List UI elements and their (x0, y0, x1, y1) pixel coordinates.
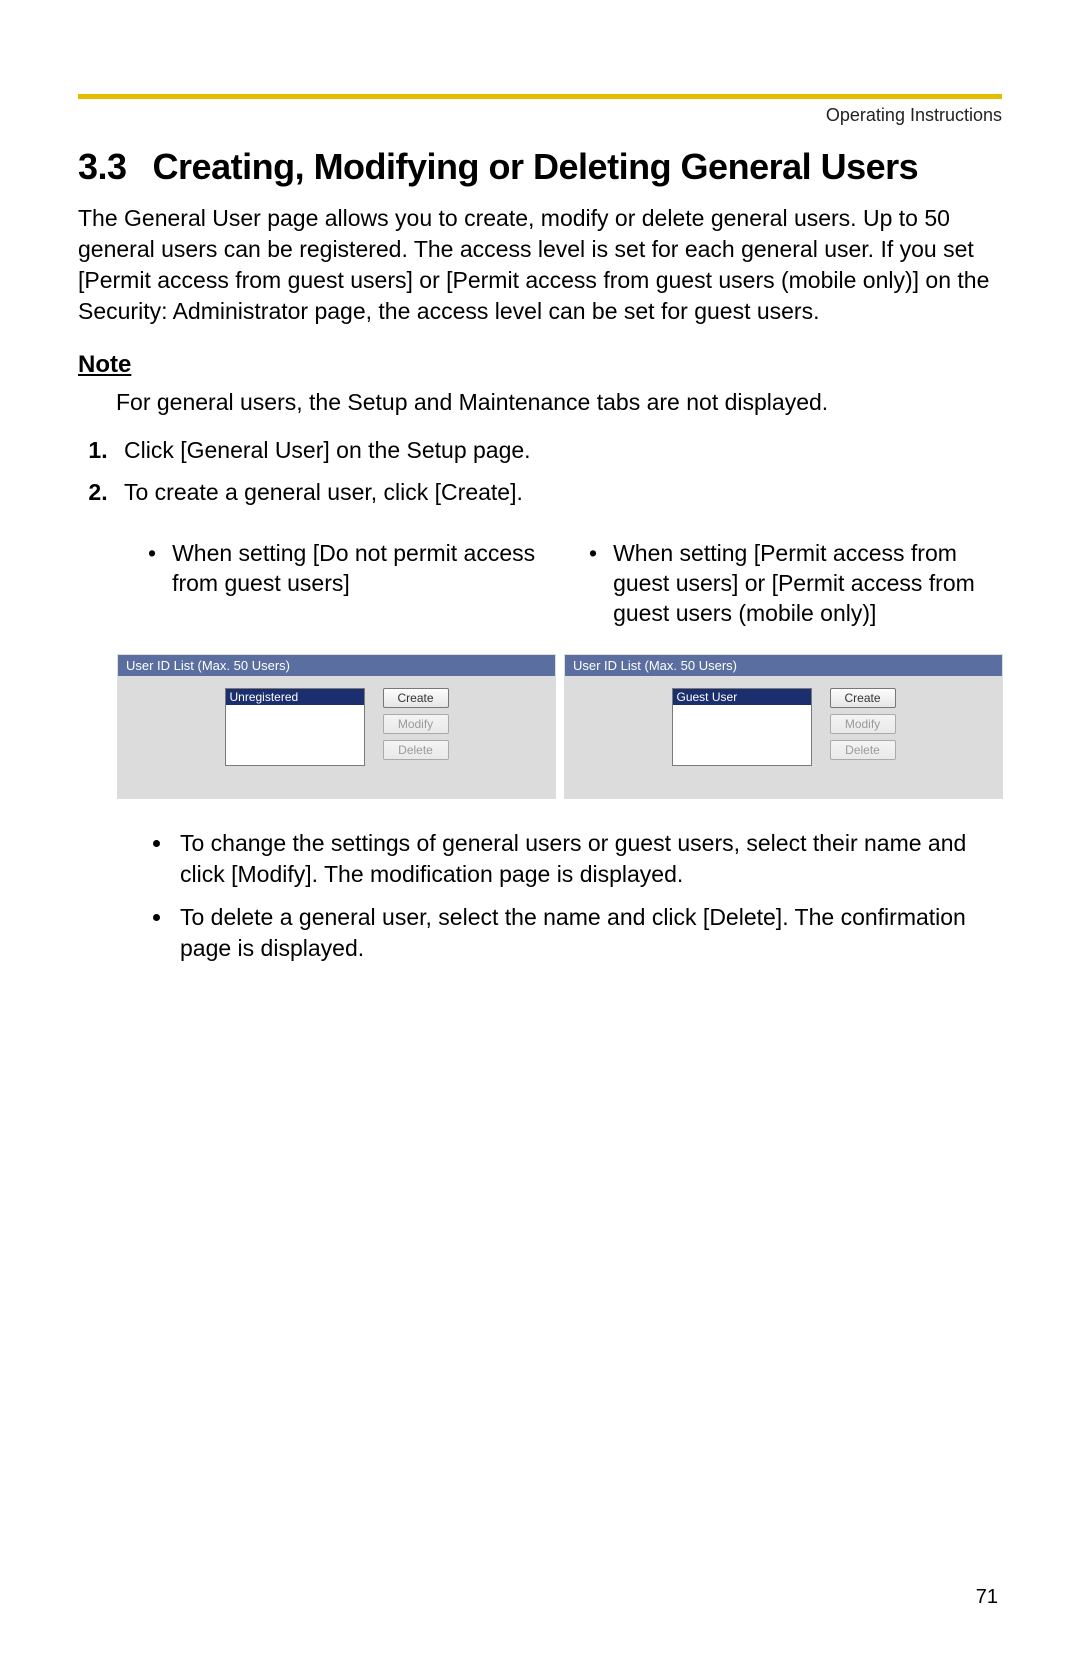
setting-option-right: • When setting [Permit access from guest… (589, 539, 1002, 629)
panel-body: Unregistered Create Modify Delete (118, 676, 555, 798)
delete-button[interactable]: Delete (830, 740, 896, 760)
panel-button-stack: Create Modify Delete (830, 688, 896, 760)
page-number: 71 (976, 1586, 998, 1609)
section-number: 3.3 (78, 144, 127, 189)
setting-options-columns: • When setting [Do not permit access fro… (148, 539, 1002, 629)
setting-option-left: • When setting [Do not permit access fro… (148, 539, 561, 629)
user-id-listbox[interactable]: Guest User (672, 688, 812, 766)
user-id-listbox[interactable]: Unregistered (225, 688, 365, 766)
create-button[interactable]: Create (383, 688, 449, 708)
setting-option-right-text: When setting [Permit access from guest u… (613, 539, 1002, 629)
modify-button[interactable]: Modify (830, 714, 896, 734)
panel-header: User ID List (Max. 50 Users) (118, 655, 555, 676)
listbox-selected-item[interactable]: Unregistered (226, 689, 364, 705)
panel-button-stack: Create Modify Delete (383, 688, 449, 760)
user-list-panel-right: User ID List (Max. 50 Users) Guest User … (565, 655, 1002, 798)
bullet-item: To delete a general user, select the nam… (174, 902, 1002, 964)
numbered-steps: Click [General User] on the Setup page. … (78, 434, 1002, 509)
create-button[interactable]: Create (830, 688, 896, 708)
header-rule (78, 94, 1002, 99)
listbox-selected-item[interactable]: Guest User (673, 689, 811, 705)
instruction-bullets: To change the settings of general users … (148, 828, 1002, 964)
section-heading: 3.3 Creating, Modifying or Deleting Gener… (78, 144, 1002, 189)
delete-button[interactable]: Delete (383, 740, 449, 760)
step-item: To create a general user, click [Create]… (114, 476, 1002, 509)
bullet-item: To change the settings of general users … (174, 828, 1002, 890)
setting-option-left-text: When setting [Do not permit access from … (172, 539, 561, 599)
section-title: Creating, Modifying or Deleting General … (153, 146, 919, 187)
example-panels: User ID List (Max. 50 Users) Unregistere… (118, 655, 1002, 798)
modify-button[interactable]: Modify (383, 714, 449, 734)
panel-header: User ID List (Max. 50 Users) (565, 655, 1002, 676)
intro-paragraph: The General User page allows you to crea… (78, 203, 1002, 327)
note-label: Note (78, 351, 1002, 379)
bullet-dot-icon: • (148, 539, 156, 599)
document-page: Operating Instructions 3.3 Creating, Modi… (0, 0, 1080, 1669)
step-item: Click [General User] on the Setup page. (114, 434, 1002, 467)
running-header: Operating Instructions (78, 105, 1002, 126)
user-list-panel-left: User ID List (Max. 50 Users) Unregistere… (118, 655, 555, 798)
note-text: For general users, the Setup and Mainten… (116, 387, 1002, 418)
panel-body: Guest User Create Modify Delete (565, 676, 1002, 798)
bullet-dot-icon: • (589, 539, 597, 629)
